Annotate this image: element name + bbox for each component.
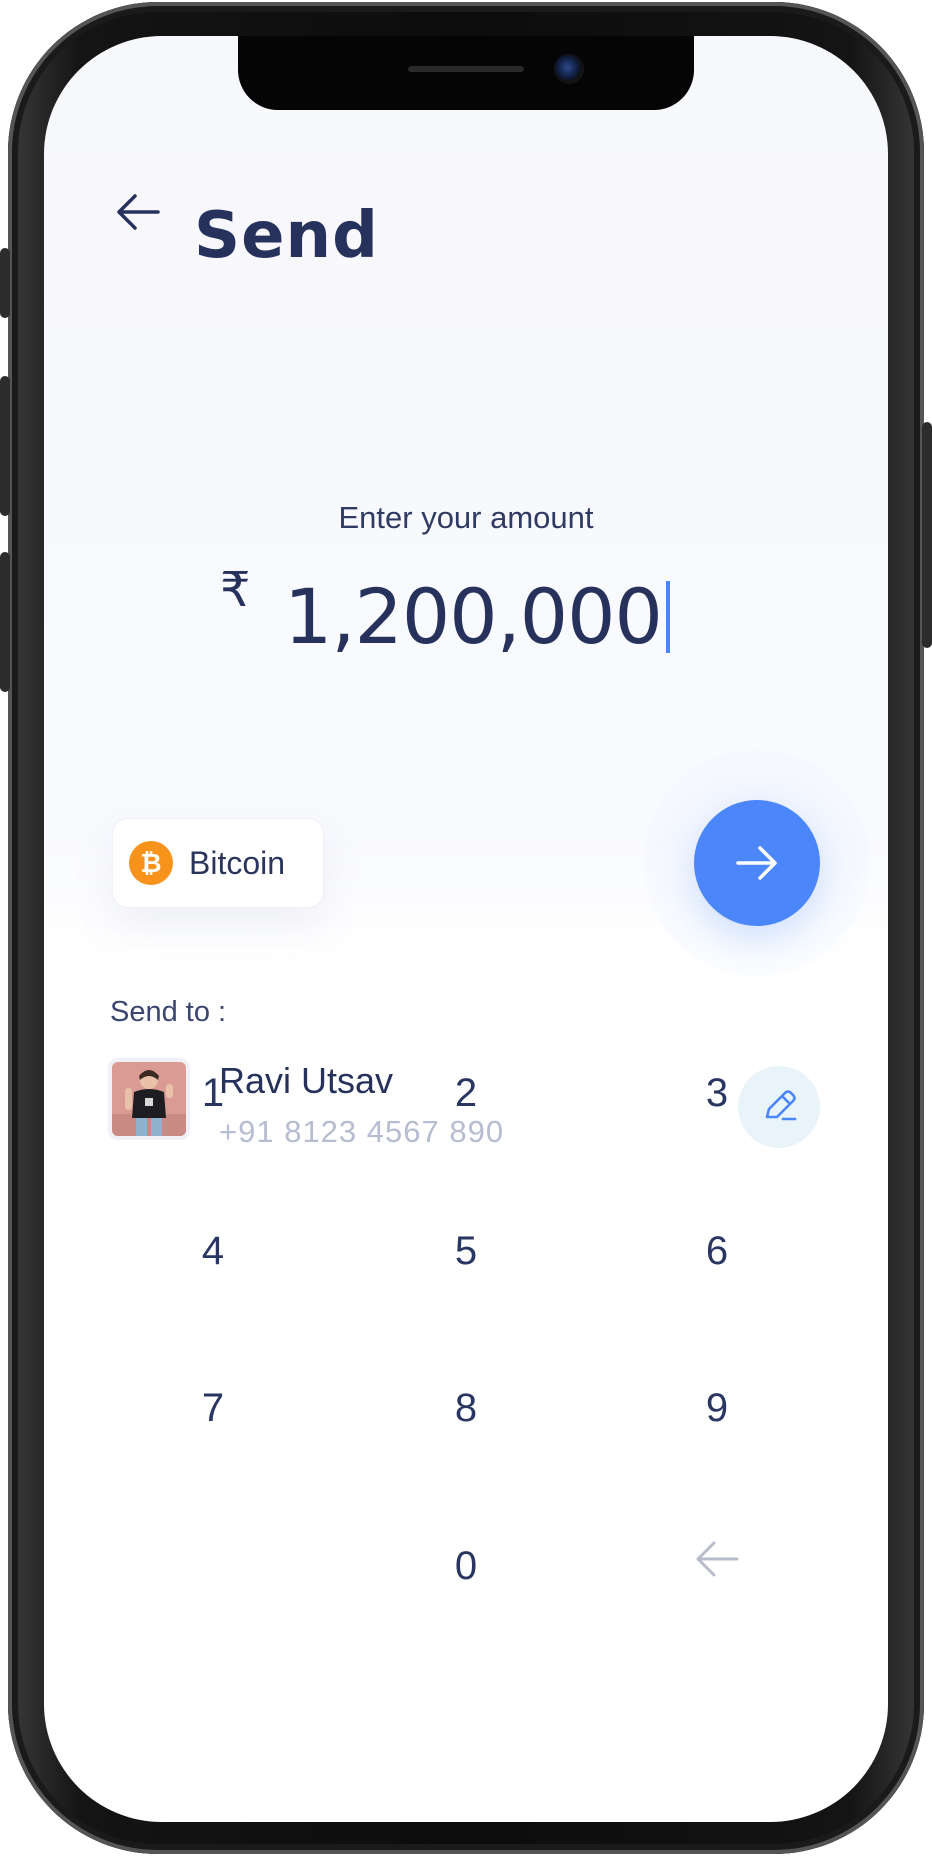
coin-selector[interactable]: ₿ Bitcoin xyxy=(112,818,324,908)
keypad-key-5[interactable]: 5 xyxy=(406,1201,526,1301)
keypad-key-1[interactable]: 1 xyxy=(153,1043,273,1143)
app-screen: Send Enter your amount ₹ 1,200,000 ₿ Bit… xyxy=(44,36,888,1822)
keypad-key-8[interactable]: 8 xyxy=(406,1358,526,1458)
notch xyxy=(238,36,694,110)
coin-label: Bitcoin xyxy=(189,844,286,881)
arrow-left-icon xyxy=(117,194,160,230)
bitcoin-icon: ₿ xyxy=(129,841,173,885)
side-button-power xyxy=(922,422,932,648)
back-button[interactable] xyxy=(110,184,166,240)
front-camera xyxy=(554,54,584,84)
currency-symbol: ₹ xyxy=(220,562,251,618)
side-button-mute xyxy=(0,248,10,318)
keypad-key-6[interactable]: 6 xyxy=(657,1201,777,1301)
keypad-key-3[interactable]: 3 xyxy=(657,1043,777,1143)
amount-label: Enter your amount xyxy=(338,500,594,535)
page-title: Send xyxy=(194,199,379,273)
side-button-volume-down xyxy=(0,552,10,692)
keypad-key-7[interactable]: 7 xyxy=(153,1358,273,1458)
keypad-key-0[interactable]: 0 xyxy=(406,1516,526,1616)
arrow-right-icon xyxy=(736,846,777,880)
text-caret xyxy=(665,581,670,653)
keypad-key-9[interactable]: 9 xyxy=(657,1358,777,1458)
side-button-volume-up xyxy=(0,376,10,516)
keypad-backspace[interactable] xyxy=(657,1509,777,1609)
send-next-button[interactable] xyxy=(694,800,820,926)
keypad-key-4[interactable]: 4 xyxy=(153,1201,273,1301)
amount-input[interactable]: 1,200,000 xyxy=(284,572,670,662)
send-to-label: Send to : xyxy=(110,996,227,1028)
backspace-arrow-icon xyxy=(696,1541,739,1577)
keypad-key-2[interactable]: 2 xyxy=(406,1043,526,1143)
amount-value: 1,200,000 xyxy=(284,572,663,661)
speaker xyxy=(408,66,524,72)
